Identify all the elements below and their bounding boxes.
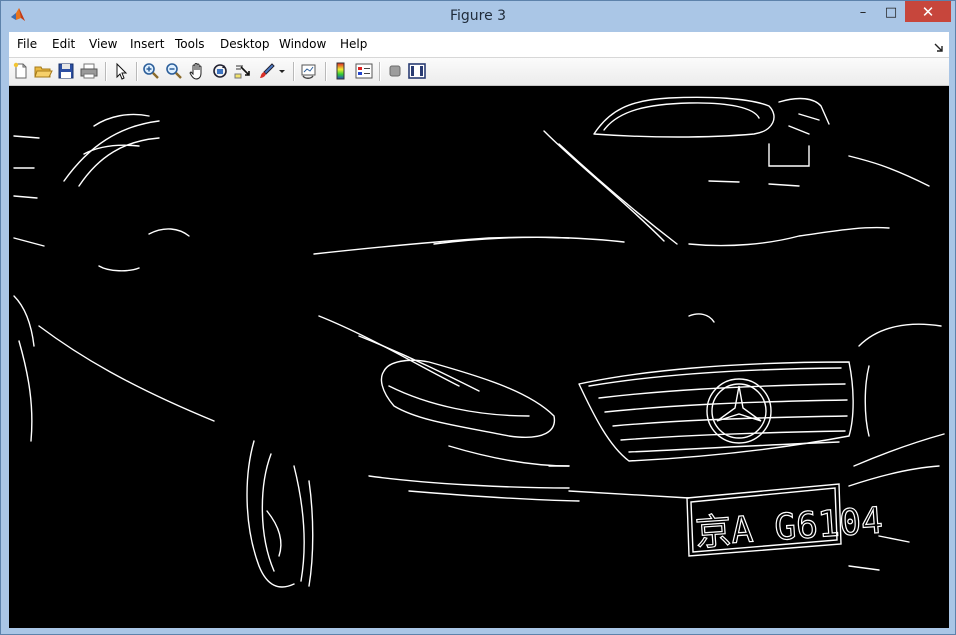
brush-icon[interactable] — [257, 61, 277, 81]
close-button[interactable]: ✕ — [905, 1, 951, 22]
zoom-in-icon[interactable] — [141, 61, 161, 81]
figure-window: Figure 3 – □ ✕ File Edit View Insert Too… — [0, 0, 956, 635]
minimize-button[interactable]: – — [849, 1, 877, 23]
show-plot-tools-icon[interactable] — [407, 61, 427, 81]
menu-bar: File Edit View Insert Tools Desktop Wind… — [9, 32, 949, 58]
title-bar[interactable]: Figure 3 – □ ✕ — [1, 1, 955, 32]
zoom-out-icon[interactable] — [164, 61, 184, 81]
menu-insert[interactable]: Insert — [130, 37, 164, 51]
license-plate-text: 京A G6104 — [694, 500, 884, 554]
edit-plot-arrow-icon[interactable] — [111, 61, 131, 81]
data-cursor-icon[interactable] — [233, 61, 253, 81]
figure-axes[interactable]: 京A G6104 — [9, 86, 949, 628]
menu-file[interactable]: File — [17, 37, 37, 51]
menu-edit[interactable]: Edit — [52, 37, 75, 51]
menu-desktop[interactable]: Desktop — [220, 37, 270, 51]
toolbar-separator — [105, 62, 107, 81]
maximize-button[interactable]: □ — [877, 1, 905, 23]
figure-toolbar — [9, 58, 949, 86]
toolbar-separator — [136, 62, 138, 81]
link-plot-icon[interactable] — [299, 61, 319, 81]
toolbar-separator — [325, 62, 327, 81]
menu-help[interactable]: Help — [340, 37, 367, 51]
print-icon[interactable] — [79, 61, 99, 81]
hide-plot-tools-icon[interactable] — [385, 61, 405, 81]
toolbar-separator — [379, 62, 381, 81]
menu-view[interactable]: View — [89, 37, 117, 51]
brush-dropdown-icon[interactable] — [277, 61, 287, 81]
dock-arrow-icon[interactable] — [934, 38, 944, 52]
open-file-icon[interactable] — [33, 61, 53, 81]
insert-legend-icon[interactable] — [354, 61, 374, 81]
menu-tools[interactable]: Tools — [175, 37, 205, 51]
save-icon[interactable] — [56, 61, 76, 81]
pan-hand-icon[interactable] — [187, 61, 207, 81]
menu-window[interactable]: Window — [279, 37, 326, 51]
insert-colorbar-icon[interactable] — [331, 61, 351, 81]
toolbar-separator — [293, 62, 295, 81]
edge-detected-car-image: 京A G6104 — [13, 96, 945, 588]
new-figure-icon[interactable] — [11, 61, 31, 81]
window-title: Figure 3 — [449, 8, 507, 24]
rotate-3d-icon[interactable] — [210, 61, 230, 81]
